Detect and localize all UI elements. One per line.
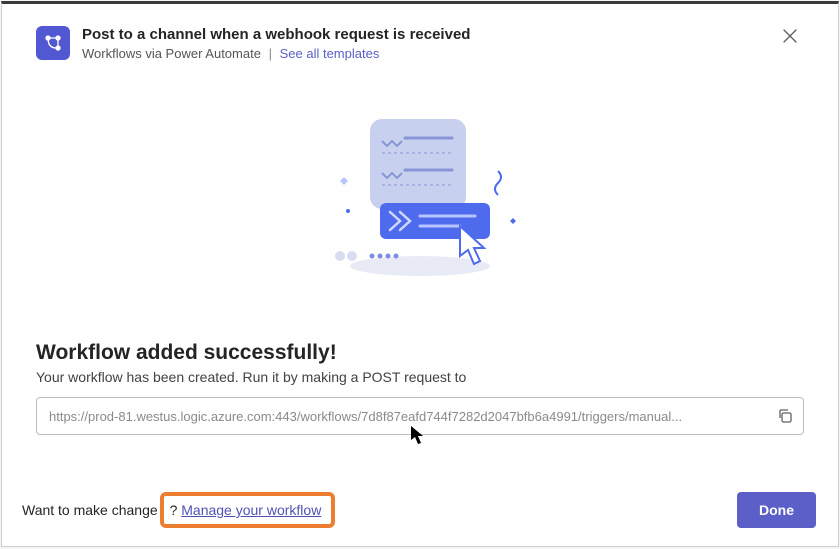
webhook-url-input[interactable] [37,398,767,434]
content-area: Workflow added successfully! Your workfl… [2,301,838,435]
success-heading: Workflow added successfully! [36,341,804,365]
footer-prompt-suffix: ? [170,502,182,518]
dialog-subtitle: Workflows via Power Automate | See all t… [82,46,764,61]
manage-workflow-link[interactable]: Manage your workflow [181,502,321,518]
dialog-header: Post to a channel when a webhook request… [2,4,838,71]
footer-prompt: Want to make change ? Manage your workfl… [22,492,335,528]
copy-url-button[interactable] [767,398,803,434]
done-button[interactable]: Done [737,492,816,528]
workflows-app-icon [36,26,70,60]
manage-workflow-highlight: ? Manage your workflow [160,492,336,528]
footer-prompt-prefix: Want to make change [22,502,158,518]
close-button[interactable] [776,22,804,50]
success-illustration [2,71,838,301]
dialog-title: Post to a channel when a webhook request… [82,26,764,44]
dialog-footer: Want to make change ? Manage your workfl… [2,474,838,546]
subtitle-separator: | [269,46,272,61]
success-description: Your workflow has been created. Run it b… [36,369,804,385]
webhook-url-field [36,397,804,435]
copy-icon [777,408,793,424]
header-text-block: Post to a channel when a webhook request… [82,26,764,61]
see-all-templates-link[interactable]: See all templates [280,46,380,61]
workflow-success-dialog: Post to a channel when a webhook request… [1,1,839,547]
close-icon [782,28,798,44]
workflow-source: Workflows via Power Automate [82,46,261,61]
